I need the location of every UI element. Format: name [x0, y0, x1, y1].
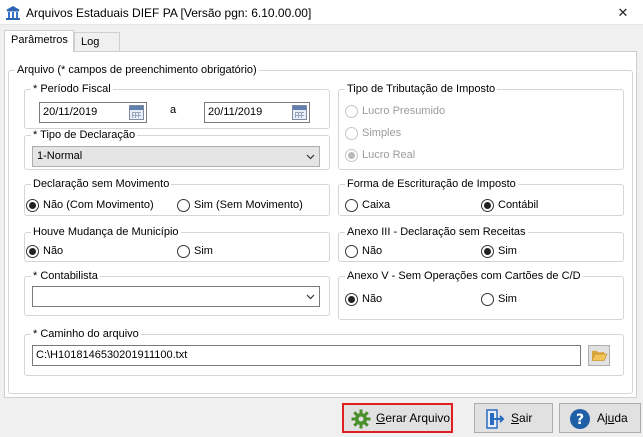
- svg-text:?: ?: [576, 412, 584, 428]
- close-window-button[interactable]: ✕: [603, 0, 643, 25]
- radio-municipio-sim[interactable]: Sim: [177, 244, 213, 260]
- periodo-fim-input[interactable]: 20/11/2019: [204, 102, 310, 123]
- close-icon: ✕: [617, 5, 629, 20]
- folder-open-icon: [591, 350, 608, 361]
- periodo-inicio-input[interactable]: 20/11/2019: [39, 102, 147, 123]
- window-title: Arquivos Estaduais DIEF PA [Versão pgn: …: [26, 6, 312, 20]
- caminho-arquivo-legend: * Caminho do arquivo: [33, 328, 139, 340]
- radio-label: Simples: [362, 127, 402, 140]
- gerar-arquivo-label: Gerar Arquivo: [376, 405, 450, 431]
- caminho-arquivo-value: C:\H1018146530201911100.txt: [36, 349, 188, 361]
- gear-icon: [351, 409, 371, 429]
- radio-caixa[interactable]: Caixa: [345, 198, 390, 214]
- radio-button[interactable]: [345, 198, 358, 212]
- contabilista-select[interactable]: [32, 286, 320, 307]
- arquivo-group-legend: Arquivo (* campos de preenchimento obrig…: [17, 64, 257, 76]
- radio-contabil[interactable]: Contábil: [481, 198, 538, 214]
- radio-label: Contábil: [498, 199, 539, 212]
- periodo-fiscal-legend: * Período Fiscal: [33, 83, 111, 95]
- ajuda-label: Ajuda: [597, 404, 628, 432]
- sair-button[interactable]: Sair: [474, 403, 553, 433]
- tab-log[interactable]: Log: [74, 32, 120, 52]
- radio-label: Sim: [498, 293, 517, 306]
- radio-button[interactable]: [345, 148, 358, 162]
- ajuda-label-pre: Aj: [597, 411, 608, 425]
- sair-label-rest: air: [519, 411, 533, 425]
- radio-lucro-presumido[interactable]: Lucro Presumido: [345, 104, 445, 120]
- radio-lucro-real[interactable]: Lucro Real: [345, 148, 415, 164]
- radio-button[interactable]: [26, 198, 39, 212]
- radio-button[interactable]: [481, 198, 494, 212]
- radio-button[interactable]: [481, 244, 494, 258]
- tipo-declaracao-select[interactable]: 1-Normal: [32, 146, 320, 167]
- tab-log-label: Log: [81, 36, 100, 48]
- radio-button[interactable]: [345, 244, 358, 258]
- sair-mnemonic: S: [511, 411, 520, 425]
- radio-municipio-nao[interactable]: Não: [26, 244, 63, 260]
- radio-label: Não (Com Movimento): [43, 199, 154, 212]
- periodo-fim-value: 20/11/2019: [208, 106, 263, 118]
- radio-label: Lucro Presumido: [362, 105, 446, 118]
- radio-simples[interactable]: Simples: [345, 126, 401, 142]
- radio-label: Não: [43, 245, 64, 258]
- tipo-declaracao-legend: * Tipo de Declaração: [33, 129, 136, 141]
- radio-anexo-v-nao[interactable]: Não: [345, 292, 382, 308]
- calendar-icon[interactable]: [129, 105, 144, 120]
- contabilista-legend: * Contabilista: [33, 270, 98, 282]
- caminho-arquivo-input[interactable]: C:\H1018146530201911100.txt: [32, 345, 581, 366]
- radio-anexo-v-sim[interactable]: Sim: [481, 292, 517, 308]
- radio-anexo-iii-sim[interactable]: Sim: [481, 244, 517, 260]
- radio-button[interactable]: [177, 244, 190, 258]
- tipo-declaracao-value: 1-Normal: [37, 150, 83, 162]
- gerar-mnemonic: G: [376, 411, 386, 425]
- radio-label: Não: [362, 293, 383, 306]
- forma-escrituracao-legend: Forma de Escrituração de Imposto: [347, 178, 516, 190]
- title-bar: Arquivos Estaduais DIEF PA [Versão pgn: …: [0, 0, 643, 25]
- anexo-iii-legend: Anexo III - Declaração sem Receitas: [347, 226, 526, 238]
- radio-label: Não: [362, 245, 383, 258]
- radio-button[interactable]: [345, 292, 358, 306]
- gerar-label-rest: erar Arquivo: [385, 411, 451, 425]
- gerar-arquivo-button[interactable]: Gerar Arquivo: [342, 403, 453, 433]
- ajuda-button[interactable]: ? Ajuda: [559, 403, 641, 433]
- radio-button[interactable]: [481, 292, 494, 306]
- sair-label: Sair: [511, 404, 532, 432]
- radio-label: Sim: [498, 245, 517, 258]
- browse-folder-button[interactable]: [588, 345, 610, 366]
- calendar-icon[interactable]: [292, 105, 307, 120]
- radio-label: Caixa: [362, 199, 391, 212]
- radio-label: Sim (Sem Movimento): [194, 199, 303, 212]
- chevron-down-icon: [306, 294, 315, 300]
- radio-anexo-iii-nao[interactable]: Não: [345, 244, 382, 260]
- ajuda-label-rest: da: [614, 411, 628, 425]
- periodo-separator: a: [170, 104, 177, 116]
- tab-parametros-label: Parâmetros: [11, 34, 68, 46]
- exit-door-icon: [486, 409, 505, 429]
- app-building-icon: [6, 6, 20, 20]
- radio-button[interactable]: [177, 198, 190, 212]
- radio-button[interactable]: [26, 244, 39, 258]
- chevron-down-icon: [306, 154, 315, 160]
- mudanca-municipio-legend: Houve Mudança de Município: [33, 226, 179, 238]
- radio-button[interactable]: [345, 104, 358, 118]
- radio-sim-sem-movimento[interactable]: Sim (Sem Movimento): [177, 198, 303, 214]
- tipo-tributacao-legend: Tipo de Tributação de Imposto: [347, 83, 496, 95]
- radio-label: Lucro Real: [362, 149, 416, 162]
- help-icon: ?: [570, 409, 590, 429]
- parametros-panel: Arquivo (* campos de preenchimento obrig…: [4, 51, 637, 398]
- declaracao-sem-movimento-legend: Declaração sem Movimento: [33, 178, 170, 190]
- tab-parametros[interactable]: Parâmetros: [4, 30, 74, 52]
- radio-nao-com-movimento[interactable]: Não (Com Movimento): [26, 198, 154, 214]
- radio-button[interactable]: [345, 126, 358, 140]
- anexo-v-legend: Anexo V - Sem Operações com Cartões de C…: [347, 270, 581, 282]
- radio-label: Sim: [194, 245, 213, 258]
- periodo-inicio-value: 20/11/2019: [43, 106, 98, 118]
